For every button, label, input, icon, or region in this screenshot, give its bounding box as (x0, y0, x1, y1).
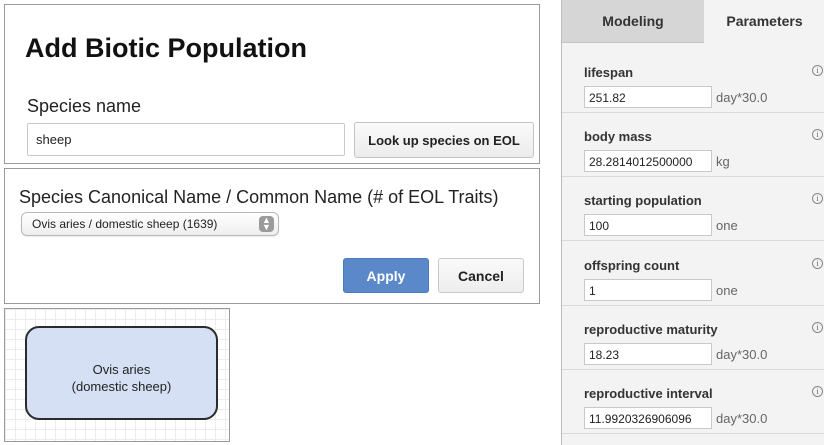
info-icon[interactable]: i (812, 258, 823, 269)
add-population-panel: Add Biotic Population Species name Look … (4, 4, 540, 164)
param-name: reproductive interval (584, 386, 713, 401)
param-unit: one (716, 218, 738, 233)
info-icon[interactable]: i (812, 322, 823, 333)
param-unit: one (716, 283, 738, 298)
param-reproductive-maturity: reproductive maturity i 18.23 day*30.0 (562, 310, 824, 370)
param-name: lifespan (584, 65, 634, 80)
param-body-mass: body mass i 28.2814012500000 kg (562, 117, 824, 177)
param-name: body mass (584, 129, 652, 144)
canonical-name-panel: Species Canonical Name / Common Name (# … (4, 168, 540, 304)
species-select[interactable]: Ovis aries / domestic sheep (1639) ▲ ▼ (21, 212, 279, 236)
param-value-input[interactable]: 251.82 (584, 86, 712, 108)
param-reproductive-interval: reproductive interval i 11.9920326906096… (562, 374, 824, 434)
info-icon[interactable]: i (812, 129, 823, 140)
param-value-input[interactable]: 28.2814012500000 (584, 150, 712, 172)
param-offspring-count: offspring count i 1 one (562, 246, 824, 306)
param-value-input[interactable]: 100 (584, 214, 712, 236)
param-starting-population: starting population i 100 one (562, 181, 824, 241)
species-select-value: Ovis aries / domestic sheep (1639) (32, 217, 218, 231)
info-icon[interactable]: i (812, 65, 823, 76)
population-node[interactable]: Ovis aries (domestic sheep) (25, 326, 218, 420)
diagram-canvas[interactable]: Ovis aries (domestic sheep) (4, 308, 230, 442)
node-label-common: (domestic sheep) (71, 379, 172, 394)
select-arrows-icon: ▲ ▼ (259, 216, 274, 232)
info-icon[interactable]: i (812, 193, 823, 204)
param-lifespan: lifespan i 251.82 day*30.0 (562, 53, 824, 113)
param-value-input[interactable]: 18.23 (584, 343, 712, 365)
param-name: offspring count (584, 258, 680, 273)
species-name-label: Species name (27, 96, 142, 116)
tab-parameters[interactable]: Parameters (704, 0, 824, 43)
page-title: Add Biotic Population (25, 33, 307, 63)
param-unit: kg (716, 154, 730, 169)
inspector-panel: Modeling Parameters lifespan i 251.82 da… (561, 0, 824, 445)
param-name: reproductive maturity (584, 322, 718, 337)
info-icon[interactable]: i (812, 386, 823, 397)
species-name-input[interactable] (27, 123, 345, 156)
node-label-scientific: Ovis aries (92, 362, 151, 377)
lookup-eol-button[interactable]: Look up species on EOL (354, 122, 534, 158)
tab-modeling[interactable]: Modeling (562, 0, 704, 43)
canonical-name-heading: Species Canonical Name / Common Name (# … (19, 187, 499, 207)
inspector-tabs: Modeling Parameters (562, 0, 824, 43)
param-name: starting population (584, 193, 702, 208)
apply-button[interactable]: Apply (343, 258, 429, 293)
param-value-input[interactable]: 11.9920326906096 (584, 407, 712, 429)
param-unit: day*30.0 (716, 347, 768, 362)
param-unit: day*30.0 (716, 411, 768, 426)
cancel-button[interactable]: Cancel (438, 258, 524, 293)
param-value-input[interactable]: 1 (584, 279, 712, 301)
param-unit: day*30.0 (716, 90, 768, 105)
